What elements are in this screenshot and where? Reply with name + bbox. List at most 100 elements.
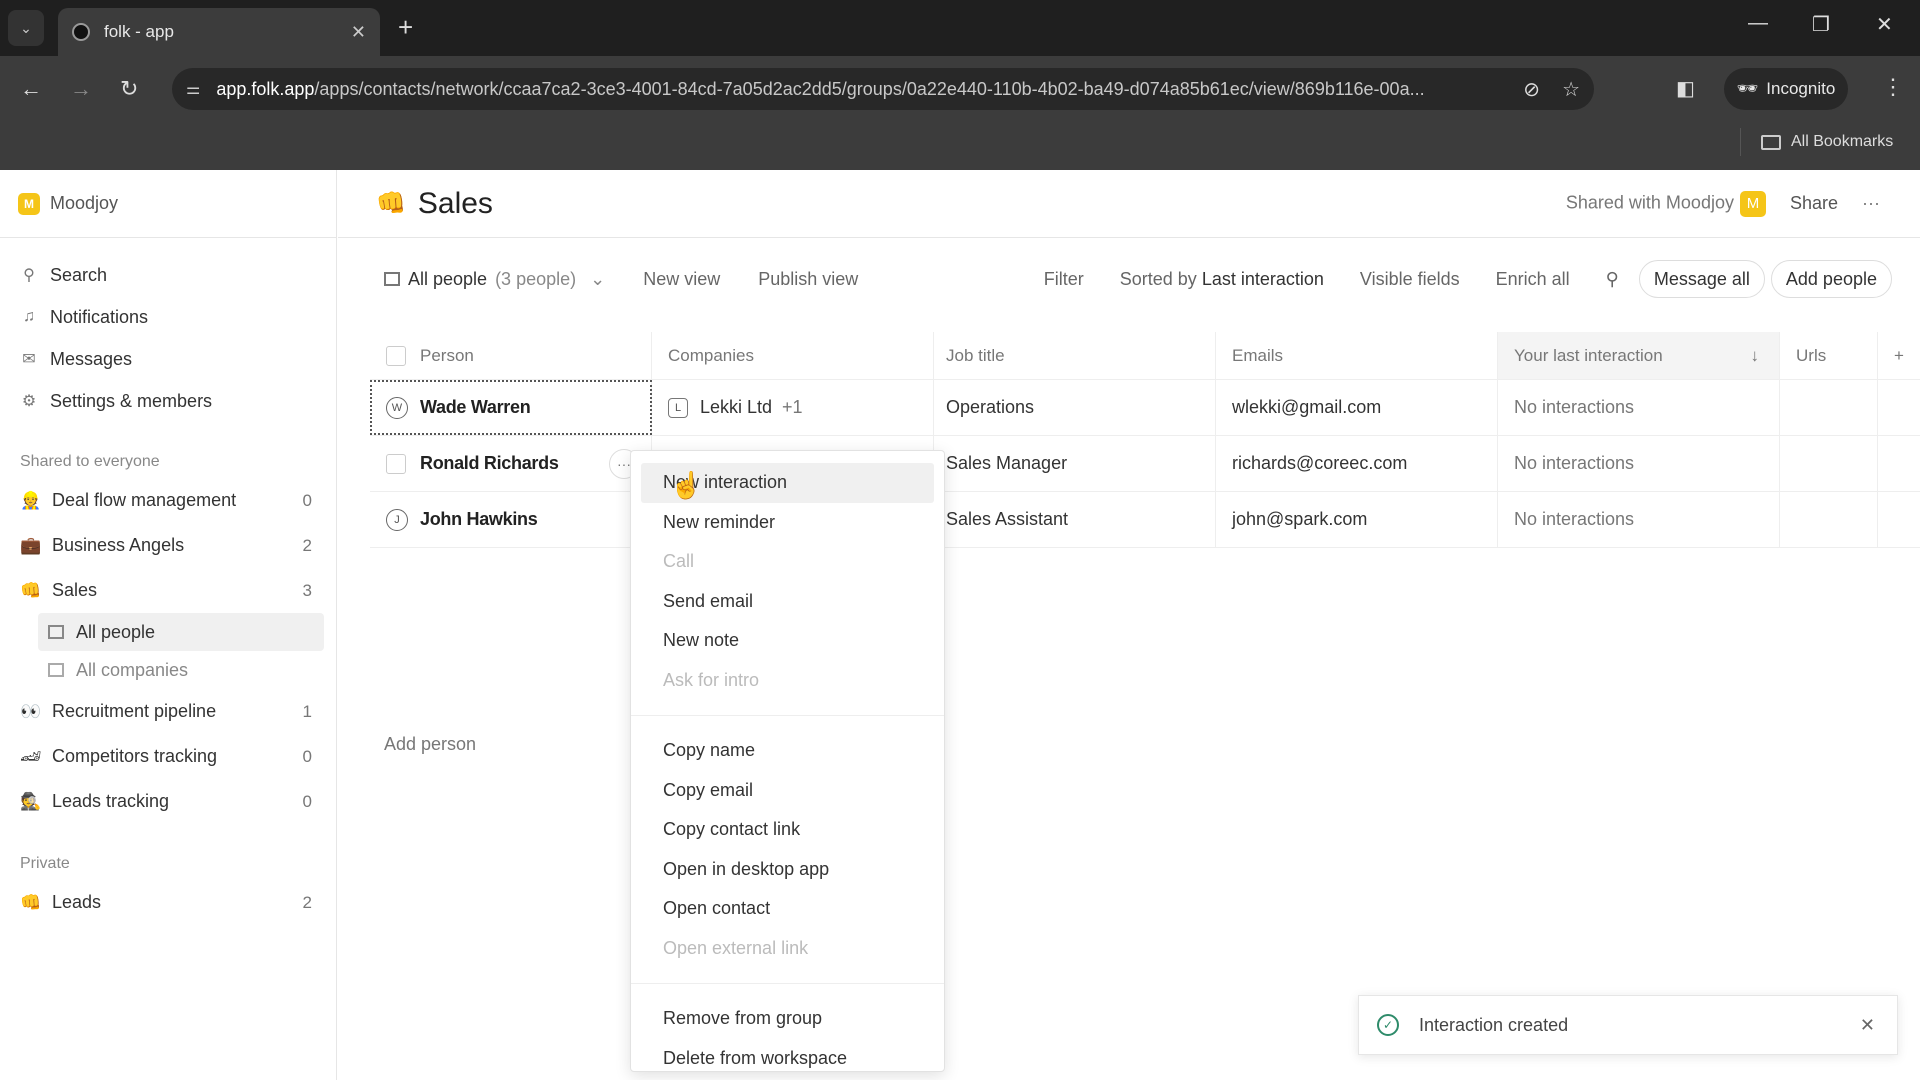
visible-fields-button[interactable]: Visible fields bbox=[1360, 269, 1460, 290]
share-button[interactable]: Share bbox=[1790, 193, 1838, 214]
search-icon: ⚲ bbox=[23, 267, 35, 284]
sort-button[interactable]: Sorted by Last interaction bbox=[1120, 269, 1324, 290]
job-title-cell[interactable]: Sales Assistant bbox=[934, 492, 1216, 547]
last-interaction-cell[interactable]: No interactions bbox=[1498, 492, 1780, 547]
group-recruitment-pipeline[interactable]: 👀 Recruitment pipeline 1 bbox=[0, 689, 336, 734]
view-selector[interactable]: All people (3 people) ⌄ bbox=[384, 269, 605, 290]
company-cell[interactable]: L Lekki Ltd +1 bbox=[652, 380, 934, 435]
folder-icon bbox=[1761, 134, 1781, 150]
minimize-icon[interactable]: — bbox=[1748, 12, 1768, 35]
star-icon[interactable]: ☆ bbox=[1562, 77, 1580, 102]
browser-menu-icon[interactable]: ⋮ bbox=[1882, 74, 1904, 100]
column-companies[interactable]: Companies bbox=[652, 332, 934, 379]
menu-item-copy-contact-link[interactable]: Copy contact link bbox=[641, 810, 934, 850]
add-person-button[interactable]: Add person bbox=[384, 734, 476, 755]
shared-with-label: Shared with Moodjoy bbox=[1565, 192, 1734, 212]
job-title-cell[interactable]: Operations bbox=[934, 380, 1216, 435]
menu-item-remove-from-group[interactable]: Remove from group bbox=[641, 999, 934, 1039]
race-car-icon: 🏎 bbox=[20, 746, 42, 766]
person-cell[interactable]: Ronald Richards ··· bbox=[370, 436, 652, 491]
table-row[interactable]: Ronald Richards ··· Sales Manager richard… bbox=[370, 436, 1920, 492]
urls-cell[interactable] bbox=[1780, 492, 1878, 547]
message-all-button[interactable]: Message all bbox=[1638, 260, 1765, 298]
menu-item-copy-email[interactable]: Copy email bbox=[641, 771, 934, 811]
close-toast-icon[interactable]: ✕ bbox=[1860, 1015, 1875, 1036]
side-panel-icon[interactable]: ◧ bbox=[1676, 76, 1695, 101]
sort-prefix: Sorted by bbox=[1119, 268, 1197, 289]
sidebar-item-messages[interactable]: ✉ Messages bbox=[0, 338, 336, 380]
sidebar-item-notifications[interactable]: ♫ Notifications bbox=[0, 296, 336, 338]
incognito-badge[interactable]: 🕶 Incognito bbox=[1724, 68, 1848, 110]
job-title-cell[interactable]: Sales Manager bbox=[934, 436, 1216, 491]
back-arrow-icon[interactable]: ← bbox=[20, 76, 42, 102]
search-icon[interactable]: ⚲ bbox=[1606, 269, 1619, 290]
publish-view-button[interactable]: Publish view bbox=[758, 269, 858, 290]
email-cell[interactable]: richards@coreec.com bbox=[1216, 436, 1498, 491]
reload-icon[interactable]: ↻ bbox=[120, 76, 138, 102]
all-bookmarks-button[interactable]: All Bookmarks bbox=[1740, 128, 1893, 156]
email-cell[interactable]: john@spark.com bbox=[1216, 492, 1498, 547]
group-deal-flow[interactable]: 👷 Deal flow management 0 bbox=[0, 478, 336, 523]
shared-with-indicator[interactable]: Shared with Moodjoy M bbox=[1565, 190, 1766, 217]
menu-item-new-note[interactable]: New note bbox=[641, 621, 934, 661]
group-business-angels[interactable]: 💼 Business Angels 2 bbox=[0, 523, 336, 568]
menu-item-delete-from-workspace[interactable]: Delete from workspace bbox=[641, 1039, 934, 1079]
url-host: app.folk.app bbox=[216, 78, 315, 99]
group-sales[interactable]: 👊 Sales 3 bbox=[0, 568, 336, 613]
column-last-interaction[interactable]: Your last interaction ↓ bbox=[1498, 332, 1780, 379]
person-cell[interactable]: W Wade Warren bbox=[370, 380, 652, 435]
group-leads-tracking[interactable]: 🕵 Leads tracking 0 bbox=[0, 779, 336, 824]
group-competitors-tracking[interactable]: 🏎 Competitors tracking 0 bbox=[0, 734, 336, 779]
enrich-all-button[interactable]: Enrich all bbox=[1496, 269, 1570, 290]
group-leads[interactable]: 👊 Leads 2 bbox=[0, 880, 336, 925]
restore-icon[interactable]: ❐ bbox=[1812, 12, 1830, 37]
last-interaction-cell[interactable]: No interactions bbox=[1498, 436, 1780, 491]
sidebar-nav: ⚲ Search ♫ Notifications ✉ Messages ⚙ Settin… bbox=[0, 238, 336, 422]
new-view-button[interactable]: New view bbox=[643, 269, 720, 290]
urls-cell[interactable] bbox=[1780, 436, 1878, 491]
workspace-switcher[interactable]: M Moodjoy bbox=[0, 170, 336, 238]
person-cell[interactable]: J John Hawkins bbox=[370, 492, 652, 547]
menu-item-new-reminder[interactable]: New reminder bbox=[641, 503, 934, 543]
sidebar-item-settings[interactable]: ⚙ Settings & members bbox=[0, 380, 336, 422]
view-all-companies[interactable]: All companies bbox=[38, 651, 324, 689]
folk-favicon-icon bbox=[72, 23, 90, 41]
filter-button[interactable]: Filter bbox=[1044, 269, 1084, 290]
menu-item-call: Call bbox=[663, 551, 695, 572]
column-emails[interactable]: Emails bbox=[1216, 332, 1498, 379]
email-cell[interactable]: wlekki@gmail.com bbox=[1216, 380, 1498, 435]
row-checkbox[interactable] bbox=[386, 453, 406, 474]
view-all-people[interactable]: All people bbox=[38, 613, 324, 651]
new-tab-button[interactable]: + bbox=[398, 12, 413, 43]
menu-item-copy-name[interactable]: Copy name bbox=[641, 731, 934, 771]
tab-search-button[interactable]: ⌄ bbox=[8, 10, 44, 46]
sidebar-item-search[interactable]: ⚲ Search bbox=[0, 254, 336, 296]
last-interaction-cell[interactable]: No interactions bbox=[1498, 380, 1780, 435]
site-settings-icon[interactable]: ⚌ bbox=[186, 79, 200, 99]
browser-tab[interactable]: folk - app ✕ bbox=[58, 8, 380, 56]
forward-arrow-icon[interactable]: → bbox=[70, 76, 92, 102]
shared-section-label: Shared to everyone bbox=[20, 453, 160, 470]
menu-item-send-email[interactable]: Send email bbox=[641, 582, 934, 622]
table-row[interactable]: J John Hawkins Sales Assistant john@spark… bbox=[370, 492, 1920, 548]
column-person[interactable]: Person bbox=[370, 332, 652, 379]
person-name: Wade Warren bbox=[420, 397, 531, 417]
menu-item-open-in-desktop-app[interactable]: Open in desktop app bbox=[641, 850, 934, 890]
add-column-button[interactable]: + bbox=[1878, 332, 1920, 379]
view-label: All companies bbox=[76, 659, 189, 680]
address-bar[interactable]: ⚌ app.folk.app/apps/contacts/network/cca… bbox=[172, 68, 1594, 110]
table-row[interactable]: W Wade Warren L Lekki Ltd +1 Operations wle… bbox=[370, 380, 1920, 436]
tab-title: folk - app bbox=[104, 22, 174, 41]
column-urls[interactable]: Urls bbox=[1780, 332, 1878, 379]
add-people-button[interactable]: Add people bbox=[1770, 260, 1892, 298]
menu-item-ask-for-intro: Ask for intro bbox=[663, 669, 760, 690]
more-options-icon[interactable]: ··· bbox=[1862, 193, 1880, 214]
close-tab-icon[interactable]: ✕ bbox=[351, 22, 366, 43]
urls-cell[interactable] bbox=[1780, 380, 1878, 435]
column-job-title[interactable]: Job title bbox=[934, 332, 1216, 379]
company-logo: L bbox=[668, 397, 688, 418]
close-window-icon[interactable]: ✕ bbox=[1876, 12, 1893, 37]
select-all-checkbox[interactable] bbox=[386, 345, 406, 366]
menu-item-open-contact[interactable]: Open contact bbox=[641, 889, 934, 929]
eye-slash-icon[interactable]: ⊘ bbox=[1523, 77, 1540, 102]
